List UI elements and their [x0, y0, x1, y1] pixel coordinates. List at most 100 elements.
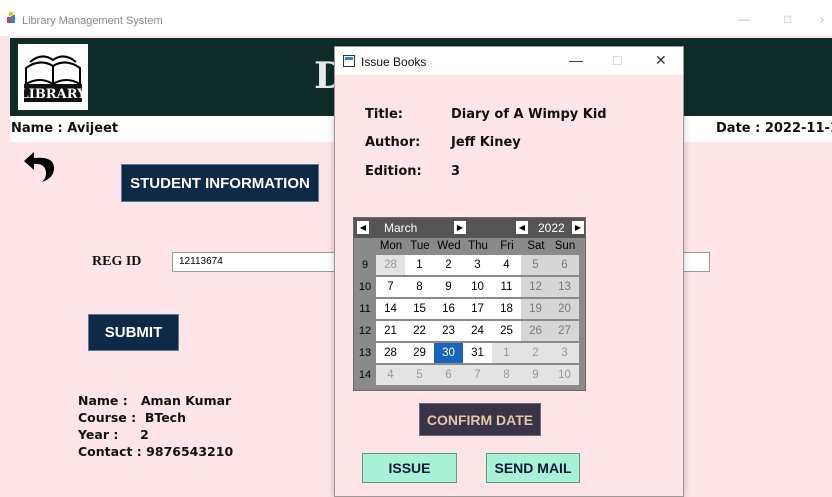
- calendar-day[interactable]: 12: [521, 277, 550, 297]
- calendar-day[interactable]: 17: [463, 299, 492, 319]
- day-of-week-label: Sun: [554, 240, 576, 252]
- current-date: Date : 2022-11-11: [716, 121, 832, 136]
- calendar-day[interactable]: 19: [521, 299, 550, 319]
- minimize-button[interactable]: —: [738, 12, 750, 26]
- book-author-label: Author:: [365, 135, 421, 150]
- week-number: 11: [359, 303, 371, 315]
- next-year-icon[interactable]: ▶: [572, 221, 584, 234]
- calendar-day[interactable]: 18: [492, 299, 521, 319]
- window-title: Library Management System: [22, 15, 163, 27]
- calendar-day[interactable]: 13: [550, 277, 579, 297]
- calendar-month: March: [384, 221, 418, 235]
- calendar-day[interactable]: 6: [550, 255, 579, 275]
- book-author: Jeff Kiney: [451, 135, 521, 150]
- calendar-day[interactable]: 25: [492, 321, 521, 341]
- student-course-row: Course : BTech: [78, 410, 186, 425]
- calendar-day[interactable]: 8: [492, 365, 521, 385]
- library-logo: LIBRARY: [18, 44, 88, 110]
- calendar-day[interactable]: 7: [463, 365, 492, 385]
- student-year-row: Year : 2: [78, 427, 149, 442]
- calendar-day[interactable]: 1: [492, 343, 521, 363]
- calendar-day[interactable]: 24: [463, 321, 492, 341]
- calendar-day[interactable]: 30: [434, 343, 463, 363]
- calendar-day[interactable]: 21: [376, 321, 405, 341]
- calendar-day[interactable]: 2: [434, 255, 463, 275]
- reg-id-value: 12113674: [179, 256, 223, 267]
- calendar-day[interactable]: 7: [376, 277, 405, 297]
- confirm-date-button[interactable]: CONFIRM DATE: [419, 403, 541, 436]
- calendar-day[interactable]: 23: [434, 321, 463, 341]
- reg-id-input[interactable]: 12113674: [172, 252, 338, 272]
- calendar-day[interactable]: 9: [434, 277, 463, 297]
- calendar-day[interactable]: 31: [463, 343, 492, 363]
- calendar-day[interactable]: 4: [492, 255, 521, 275]
- day-of-week-label: Fri: [500, 240, 514, 252]
- dialog-maximize-button[interactable]: □: [613, 52, 621, 68]
- book-edition: 3: [451, 164, 461, 179]
- issue-button[interactable]: ISSUE: [362, 453, 457, 483]
- dialog-app-icon: [343, 55, 355, 67]
- calendar-day[interactable]: 4: [376, 365, 405, 385]
- reg-id-input-end[interactable]: [684, 252, 710, 272]
- send-mail-button[interactable]: SEND MAIL: [486, 453, 580, 483]
- calendar-day[interactable]: 2: [521, 343, 550, 363]
- calendar-header: ◀ March ▶ ◀ 2022 ▶: [354, 218, 585, 238]
- calendar-day[interactable]: 11: [492, 277, 521, 297]
- student-details: Name : Aman Kumar Course : BTech Year : …: [78, 392, 233, 460]
- week-number: 10: [358, 281, 372, 293]
- calendar-day[interactable]: 5: [405, 365, 434, 385]
- back-arrow-icon[interactable]: [22, 148, 58, 184]
- student-name-row: Name : Aman Kumar: [78, 393, 232, 408]
- calendar-day[interactable]: 6: [434, 365, 463, 385]
- calendar-day[interactable]: 9: [521, 365, 550, 385]
- submit-button[interactable]: SUBMIT: [88, 314, 179, 351]
- day-of-week-label: Thu: [468, 240, 488, 252]
- dialog-titlebar: Issue Books — □ ✕: [335, 47, 683, 75]
- prev-year-icon[interactable]: ◀: [516, 221, 528, 234]
- calendar-day[interactable]: 10: [463, 277, 492, 297]
- close-button[interactable]: ›: [820, 12, 824, 26]
- student-contact-row: Contact : 9876543210: [78, 444, 234, 459]
- calendar-day[interactable]: 10: [550, 365, 579, 385]
- week-number: 13: [358, 347, 372, 359]
- maximize-button[interactable]: □: [784, 12, 791, 26]
- day-of-week-label: Tue: [410, 240, 430, 252]
- student-name: Aman Kumar: [140, 393, 232, 408]
- calendar-day[interactable]: 27: [550, 321, 579, 341]
- calendar-day[interactable]: 14: [376, 299, 405, 319]
- calendar-day[interactable]: 3: [550, 343, 579, 363]
- reg-id-label: REG ID: [92, 254, 142, 269]
- week-number: 9: [361, 259, 369, 271]
- issue-books-dialog: Issue Books — □ ✕ Title: Diary of A Wimp…: [334, 46, 684, 497]
- calendar-day[interactable]: 26: [521, 321, 550, 341]
- calendar-day[interactable]: 29: [405, 343, 434, 363]
- date-calendar: ◀ March ▶ ◀ 2022 ▶ Mon Tue Wed Thu Fri Sat Sun…: [353, 217, 586, 391]
- calendar-day[interactable]: 20: [550, 299, 579, 319]
- calendar-day[interactable]: 28: [376, 255, 405, 275]
- book-title-label: Title:: [365, 107, 404, 122]
- logo-text: LIBRARY: [20, 87, 88, 102]
- day-of-week-label: Wed: [437, 240, 461, 252]
- calendar-day[interactable]: 22: [405, 321, 434, 341]
- user-name: Name : Avijeet: [11, 121, 119, 136]
- student-year: 2: [140, 427, 149, 442]
- student-information-button[interactable]: STUDENT INFORMATION: [121, 164, 319, 202]
- book-edition-label: Edition:: [365, 164, 422, 179]
- calendar-day[interactable]: 8: [405, 277, 434, 297]
- day-of-week-label: Mon: [379, 240, 403, 252]
- next-month-icon[interactable]: ▶: [454, 221, 466, 234]
- day-of-week-label: Sat: [527, 240, 545, 252]
- dialog-close-button[interactable]: ✕: [655, 52, 667, 69]
- calendar-day[interactable]: 15: [405, 299, 434, 319]
- calendar-year: 2022: [538, 221, 565, 235]
- calendar-day[interactable]: 3: [463, 255, 492, 275]
- app-icon: [7, 12, 15, 23]
- prev-month-icon[interactable]: ◀: [357, 221, 369, 234]
- calendar-day[interactable]: 1: [405, 255, 434, 275]
- calendar-day[interactable]: 5: [521, 255, 550, 275]
- book-title: Diary of A Wimpy Kid: [451, 107, 607, 122]
- calendar-day[interactable]: 16: [434, 299, 463, 319]
- dialog-minimize-button[interactable]: —: [569, 52, 583, 68]
- calendar-day[interactable]: 28: [376, 343, 405, 363]
- week-number: 14: [358, 369, 372, 381]
